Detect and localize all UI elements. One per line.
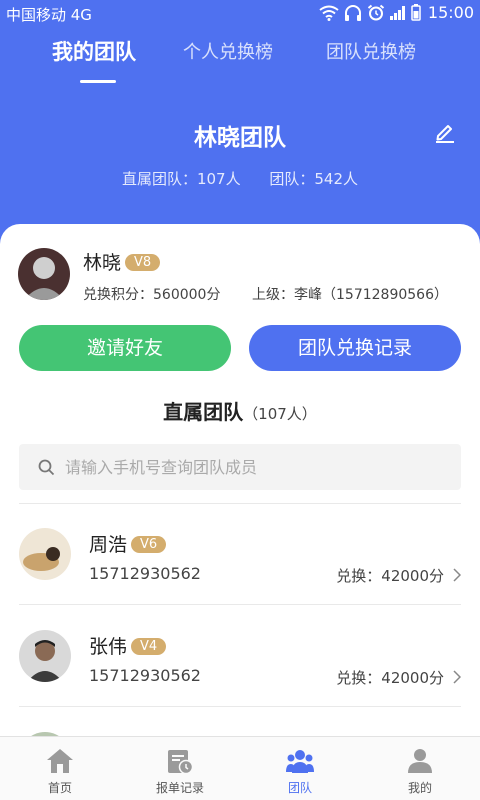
tab-my-team[interactable]: 我的团队 [52, 36, 136, 66]
member-exchange: 兑换：42000分 [336, 567, 444, 585]
battery-icon [411, 4, 421, 21]
status-bar: 中国移动 4G 15:00 [0, 0, 480, 28]
headphones-icon [344, 4, 361, 21]
nav-records-label: 报单记录 [155, 781, 204, 795]
nav-mine[interactable]: 我的 [360, 737, 480, 800]
edit-icon[interactable] [434, 121, 456, 143]
level-badge: V4 [131, 638, 167, 655]
my-name-label: 林晓 [83, 252, 122, 274]
team-card: 林晓 V8 兑换积分：560000分 上级：李峰（15712890566） 邀请好… [0, 224, 480, 744]
nav-team[interactable]: 团队 [240, 737, 360, 800]
section-title-text: 直属团队 [163, 400, 244, 424]
member-phone: 15712930562 [89, 564, 201, 583]
chevron-right-icon [453, 670, 461, 684]
wifi-icon [319, 5, 339, 21]
my-name: 林晓 V8 [83, 248, 161, 275]
avatar [18, 248, 70, 300]
section-title: 直属团队（107人） [0, 396, 480, 425]
team-stats: 直属团队：107人 团队：542人 [0, 168, 480, 189]
member-name-label: 张伟 [89, 636, 128, 658]
avatar [19, 630, 71, 682]
active-tab-indicator [80, 80, 116, 83]
bottom-nav: 首页 报单记录 团队 我的 [0, 736, 480, 800]
nav-home[interactable]: 首页 [0, 737, 120, 800]
divider [19, 706, 461, 707]
record-icon [168, 750, 194, 774]
member-name: 周浩 V6 [89, 530, 167, 557]
tab-personal-ranking[interactable]: 个人兑换榜 [183, 38, 273, 64]
user-icon [408, 749, 432, 773]
direct-team-count: 直属团队：107人 [121, 170, 241, 188]
nav-team-label: 团队 [287, 781, 312, 795]
member-phone: 15712930562 [89, 666, 201, 685]
team-exchange-records-button[interactable]: 团队兑换记录 [249, 325, 461, 371]
section-count: （107人） [243, 405, 317, 423]
level-badge: V6 [131, 536, 167, 553]
superior-info: 上级：李峰（15712890566） [252, 287, 448, 303]
divider [19, 604, 461, 605]
my-points: 兑换积分：560000分 [83, 287, 221, 303]
chevron-right-icon [453, 568, 461, 582]
team-header: 中国移动 4G 15:00 我的团队 个人兑换榜 团队兑换榜 林晓团队 直属团队… [0, 0, 480, 250]
list-item[interactable]: 张伟 V4 15712930562 兑换：42000分 [0, 606, 480, 706]
nav-mine-label: 我的 [407, 781, 432, 795]
invite-friends-button[interactable]: 邀请好友 [19, 325, 231, 371]
home-icon [47, 749, 73, 773]
carrier-label: 中国移动 4G [6, 6, 92, 24]
status-icons: 15:00 [319, 3, 474, 22]
level-badge: V8 [125, 254, 161, 271]
total-team-count: 团队：542人 [269, 170, 359, 188]
member-exchange: 兑换：42000分 [336, 669, 444, 687]
search-input[interactable] [65, 444, 445, 490]
nav-home-label: 首页 [47, 781, 72, 795]
alarm-icon [367, 4, 385, 21]
team-icon [286, 750, 314, 773]
signal-icon [389, 5, 405, 20]
list-item[interactable]: 周浩 V6 15712930562 兑换：42000分 [0, 504, 480, 604]
member-name: 张伟 V4 [89, 632, 167, 659]
search-icon [38, 459, 55, 476]
nav-records[interactable]: 报单记录 [120, 737, 240, 800]
team-name: 林晓团队 [194, 125, 286, 151]
clock: 15:00 [427, 3, 474, 22]
top-tabs: 我的团队 个人兑换榜 团队兑换榜 [0, 38, 480, 84]
search-bar [19, 444, 461, 490]
member-name-label: 周浩 [89, 534, 128, 556]
avatar [19, 528, 71, 580]
tab-team-ranking[interactable]: 团队兑换榜 [326, 38, 416, 64]
